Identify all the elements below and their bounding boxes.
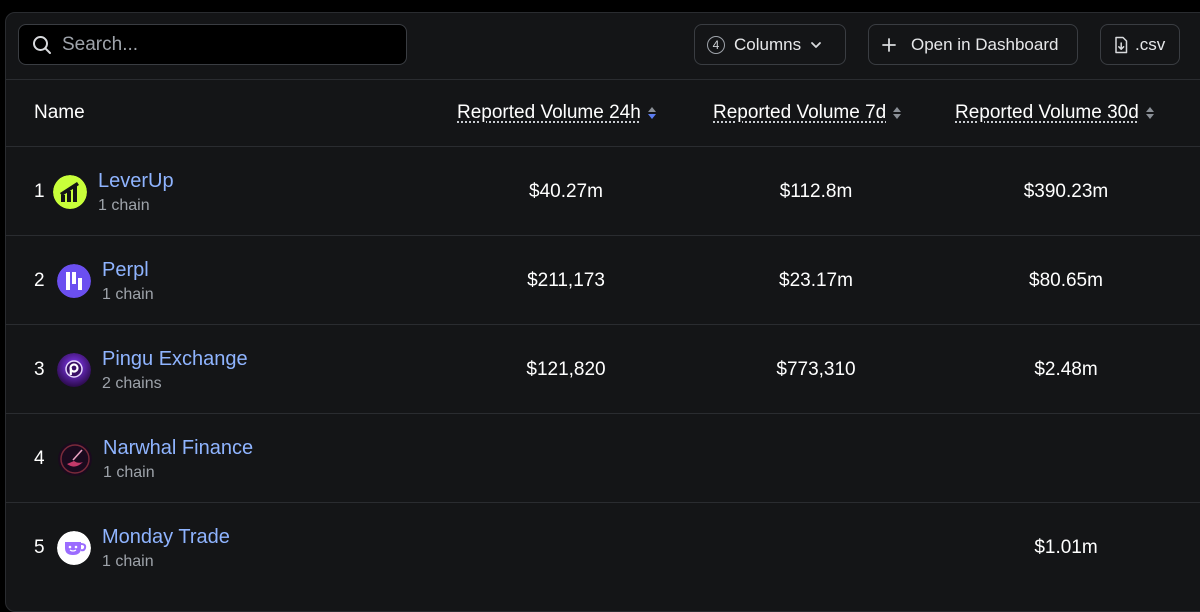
search-input[interactable]	[60, 33, 384, 57]
narwhal-logo-icon	[58, 442, 92, 476]
volume-24h-cell: $121,820	[466, 325, 666, 414]
volume-30d-cell: $1.01m	[966, 503, 1166, 592]
columns-button[interactable]: 4 Columns	[694, 24, 846, 65]
header-volume-30d[interactable]: Reported Volume 30d	[955, 80, 1155, 146]
perpl-logo-icon	[57, 264, 91, 298]
search-box[interactable]	[18, 24, 407, 65]
volume-30d-cell: $390.23m	[966, 147, 1166, 236]
volume-30d-cell	[966, 414, 1166, 503]
chain-count: 1 chain	[98, 197, 150, 215]
chain-count: 1 chain	[103, 464, 155, 482]
sort-icon-active	[647, 105, 657, 121]
table-header: Name Reported Volume 24h Reported Volume…	[6, 79, 1200, 147]
protocol-name-link[interactable]: Perpl	[102, 259, 149, 282]
volume-30d-cell: $2.48m	[966, 325, 1166, 414]
open-in-dashboard-label: Open in Dashboard	[911, 35, 1058, 55]
csv-label: .csv	[1135, 35, 1165, 55]
volume-7d-cell: $23.17m	[716, 236, 916, 325]
volume-24h-cell	[466, 414, 666, 503]
table-row: 5 Monday Trade 1 chain $1.01m	[6, 503, 1200, 592]
header-name: Name	[34, 80, 85, 146]
protocol-name-link[interactable]: LeverUp	[98, 170, 174, 193]
chain-count: 1 chain	[102, 286, 154, 304]
protocol-name-link[interactable]: Monday Trade	[102, 526, 230, 549]
pingu-logo-icon	[57, 353, 91, 387]
plus-icon	[881, 37, 897, 53]
header-volume-24h[interactable]: Reported Volume 24h	[457, 80, 657, 146]
volume-24h-cell: $40.27m	[466, 147, 666, 236]
table-row: 4 Narwhal Finance 1 chain	[6, 414, 1200, 503]
download-csv-button[interactable]: .csv	[1100, 24, 1180, 65]
monday-trade-logo-icon	[57, 531, 91, 565]
chevron-down-icon	[809, 38, 823, 52]
open-in-dashboard-button[interactable]: Open in Dashboard	[868, 24, 1078, 65]
table-row: 1 LeverUp 1 chain $40.27m $112.8m $390.2…	[6, 147, 1200, 236]
columns-button-label: Columns	[734, 35, 801, 55]
header-volume-30d-label: Reported Volume 30d	[955, 102, 1139, 124]
table-toolbar: 4 Columns Open in Dashboard .csv	[6, 13, 1200, 79]
columns-count-badge: 4	[707, 36, 725, 54]
row-rank: 5	[34, 503, 45, 592]
volume-30d-cell: $80.65m	[966, 236, 1166, 325]
volume-24h-cell	[466, 503, 666, 592]
volume-24h-cell: $211,173	[466, 236, 666, 325]
volume-7d-cell: $112.8m	[716, 147, 916, 236]
search-icon	[32, 35, 52, 55]
sort-icon	[892, 105, 902, 121]
row-rank: 1	[34, 147, 45, 236]
protocol-name-link[interactable]: Narwhal Finance	[103, 437, 253, 460]
volume-7d-cell: $773,310	[716, 325, 916, 414]
sort-icon	[1145, 105, 1155, 121]
row-rank: 4	[34, 414, 45, 503]
file-download-icon	[1113, 36, 1129, 54]
volume-7d-cell	[716, 503, 916, 592]
row-rank: 2	[34, 236, 45, 325]
row-rank: 3	[34, 325, 45, 414]
protocol-name-link[interactable]: Pingu Exchange	[102, 348, 248, 371]
header-volume-24h-label: Reported Volume 24h	[457, 102, 641, 124]
table-row: 2 Perpl 1 chain $211,173 $23.17m $80.65m	[6, 236, 1200, 325]
header-volume-7d[interactable]: Reported Volume 7d	[713, 80, 902, 146]
volume-7d-cell	[716, 414, 916, 503]
header-volume-7d-label: Reported Volume 7d	[713, 102, 886, 124]
table-row: 3 Pingu Exchange 2 chains $121,820 $773,…	[6, 325, 1200, 414]
chain-count: 1 chain	[102, 553, 154, 571]
leverup-logo-icon	[53, 175, 87, 209]
protocol-table-panel: 4 Columns Open in Dashboard .csv Name	[5, 12, 1200, 612]
chain-count: 2 chains	[102, 375, 162, 393]
